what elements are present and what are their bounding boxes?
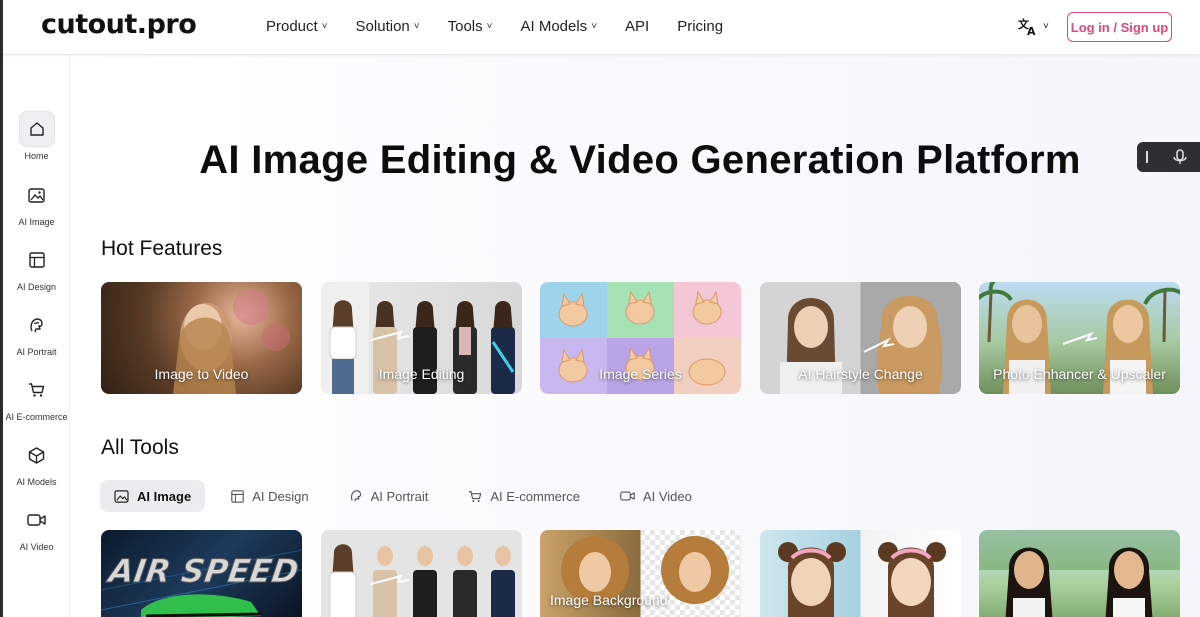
sidebar-item-ai-design[interactable]: AI Design xyxy=(3,242,70,292)
card-label: Photo Enhancer & Upscaler xyxy=(993,366,1166,382)
sidebar-label: AI Video xyxy=(19,542,54,552)
svg-text:A: A xyxy=(1027,25,1036,36)
home-icon xyxy=(18,111,55,147)
tab-label: AI Image xyxy=(137,488,192,504)
card-label: Image to Video xyxy=(154,366,249,382)
nav-tools[interactable]: Tools ˅ xyxy=(448,18,493,35)
layout-icon xyxy=(231,489,244,503)
feature-card-image-to-video[interactable]: Image to Video xyxy=(101,282,302,394)
model-lineup-photo xyxy=(329,544,515,617)
cube-icon xyxy=(19,437,55,473)
air-speed-text: AIR SPEED xyxy=(104,552,301,590)
sidebar-label: AI Portrait xyxy=(16,347,57,357)
video-icon xyxy=(19,502,55,538)
top-navigation-bar: cutout.pro Product ˅ Solution ˅ Tools ˅ AI … xyxy=(3,0,1200,55)
chevron-down-icon: ˅ xyxy=(486,21,493,32)
microphone-icon xyxy=(1146,149,1187,164)
nav-label: Pricing xyxy=(677,18,724,35)
feature-card-ai-hairstyle-change[interactable]: AI Hairstyle Change xyxy=(760,282,961,394)
nav-ai-models[interactable]: AI Models ˅ xyxy=(520,18,597,35)
tab-label: AI Portrait xyxy=(370,488,429,504)
sidebar-item-ai-models[interactable]: AI Models xyxy=(3,437,70,487)
layout-icon xyxy=(19,242,55,278)
sidebar-label: AI Image xyxy=(18,217,55,227)
window-edge xyxy=(0,0,3,617)
chevron-down-icon: ˅ xyxy=(321,21,328,32)
tab-ai-design[interactable]: AI Design xyxy=(217,480,322,512)
portrait-icon xyxy=(350,490,361,502)
card-label: Image Background xyxy=(550,592,668,608)
feature-card-image-editing[interactable]: Image Editing xyxy=(321,282,522,394)
nav-product[interactable]: Product ˅ xyxy=(266,18,328,35)
child-portrait-photo xyxy=(778,542,946,617)
sidebar-item-ai-portrait[interactable]: AI Portrait xyxy=(3,307,70,357)
tab-ai-image[interactable]: AI Image xyxy=(100,480,206,512)
chevron-down-icon: ˅ xyxy=(591,21,598,32)
tab-label: AI E-commerce xyxy=(490,488,580,504)
air-speed-shoe-image: AIR SPEED xyxy=(101,549,302,617)
cart-icon xyxy=(19,372,55,408)
nav-label: API xyxy=(625,18,650,35)
tool-category-tabs: AI Image AI Design AI Portrait AI E-comm… xyxy=(100,480,718,512)
tab-ai-portrait[interactable]: AI Portrait xyxy=(335,480,443,512)
portrait-icon xyxy=(19,307,55,343)
video-icon xyxy=(620,491,635,501)
image-icon xyxy=(19,177,55,213)
feature-card-image-series[interactable]: Image Series xyxy=(540,282,741,394)
sidebar-label: Home xyxy=(24,151,49,161)
nav-solution[interactable]: Solution ˅ xyxy=(356,18,420,35)
site-logo[interactable]: cutout.pro xyxy=(41,9,197,40)
sidebar-label: AI E-commerce xyxy=(5,412,68,422)
nav-label: Tools xyxy=(447,18,483,35)
cart-icon xyxy=(469,490,482,502)
left-sidebar: Home AI Image AI Design AI Portrait AI E… xyxy=(3,55,70,617)
hot-features-heading: Hot Features xyxy=(101,237,223,260)
translate-icon: 文 A xyxy=(1018,17,1036,36)
voice-input-widget[interactable] xyxy=(1137,142,1200,172)
nav-label: Product xyxy=(266,18,318,35)
image-icon xyxy=(114,489,129,503)
language-selector[interactable]: 文 A ˅ xyxy=(1017,16,1049,36)
chevron-down-icon: ˅ xyxy=(413,21,420,32)
main-nav: Product ˅ Solution ˅ Tools ˅ AI Models ˅ API… xyxy=(266,18,751,35)
tab-label: AI Design xyxy=(252,488,309,504)
woman-park-photo xyxy=(979,530,1180,617)
nav-label: AI Models xyxy=(520,18,588,35)
sidebar-item-home[interactable]: Home xyxy=(3,111,70,161)
all-tools-heading: All Tools xyxy=(101,436,179,459)
tab-ai-video[interactable]: AI Video xyxy=(606,480,706,512)
tool-card-2[interactable] xyxy=(321,530,522,617)
page-title: AI Image Editing & Video Generation Plat… xyxy=(199,138,1081,182)
tool-card-1[interactable]: AIR SPEED xyxy=(101,530,302,617)
chevron-down-icon: ˅ xyxy=(1043,20,1049,32)
nav-pricing[interactable]: Pricing xyxy=(677,18,723,35)
card-label: Image Editing xyxy=(378,366,465,382)
sidebar-item-ai-video[interactable]: AI Video xyxy=(3,502,70,552)
nav-label: Solution xyxy=(355,18,410,35)
tool-card-image-background[interactable]: Image Background xyxy=(540,530,741,617)
login-signup-button[interactable]: Log in / Sign up xyxy=(1067,12,1172,42)
nav-api[interactable]: API xyxy=(625,18,649,35)
tab-ai-ecommerce[interactable]: AI E-commerce xyxy=(454,480,594,512)
feature-card-photo-enhancer-upscaler[interactable]: Photo Enhancer & Upscaler xyxy=(979,282,1180,394)
tool-card-5[interactable] xyxy=(979,530,1180,617)
sidebar-label: AI Models xyxy=(16,477,57,487)
sidebar-label: AI Design xyxy=(16,282,57,292)
card-label: Image Series xyxy=(599,366,682,382)
sidebar-item-ai-image[interactable]: AI Image xyxy=(3,177,70,227)
card-label: AI Hairstyle Change xyxy=(798,366,923,382)
tab-label: AI Video xyxy=(642,488,692,504)
sidebar-item-ai-ecommerce[interactable]: AI E-commerce xyxy=(3,372,70,422)
tool-card-4[interactable] xyxy=(760,530,961,617)
